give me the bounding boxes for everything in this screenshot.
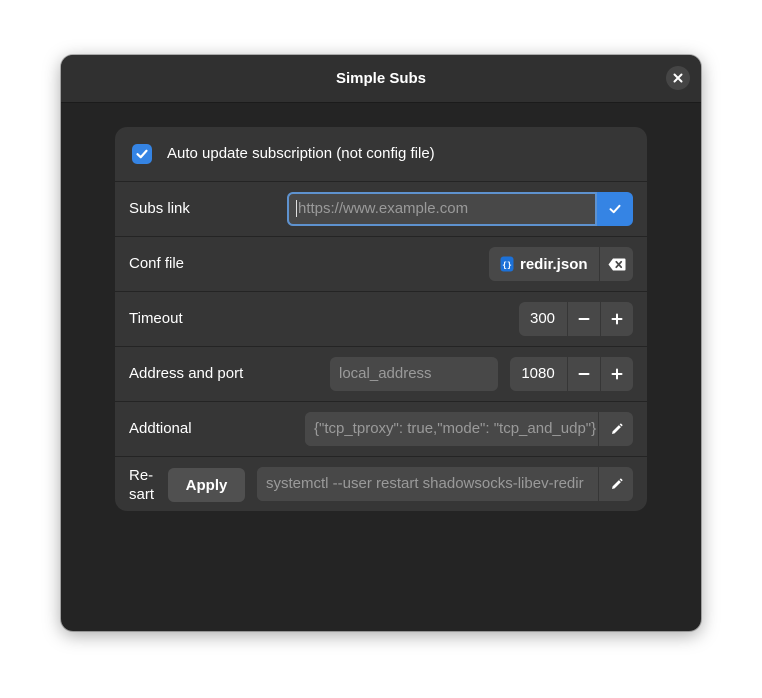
port-value[interactable]: 1080 <box>510 357 566 391</box>
subs-link-confirm-button[interactable] <box>597 192 633 226</box>
timeout-increment-button[interactable] <box>600 302 633 336</box>
port-decrement-button[interactable] <box>567 357 600 391</box>
window-title: Simple Subs <box>335 70 427 87</box>
additional-label: Addtional <box>129 420 192 437</box>
restart-row: Re- sart Apply systemctl --user restart … <box>115 457 647 511</box>
subs-link-label: Subs link <box>129 200 190 217</box>
conf-file-name: redir.json <box>520 255 588 273</box>
timeout-value[interactable]: 300 <box>519 302 566 336</box>
auto-update-label: Auto update subscription (not config fil… <box>167 145 435 162</box>
plus-icon <box>611 368 623 380</box>
timeout-decrement-button[interactable] <box>567 302 600 336</box>
additional-edit-button[interactable] <box>598 412 633 446</box>
json-file-icon: {} <box>500 256 514 272</box>
plus-icon <box>611 313 623 325</box>
restart-command-edit-button[interactable] <box>598 467 633 501</box>
subs-link-row: Subs link https://www.example.com <box>115 182 647 237</box>
restart-command-value: systemctl --user restart shadowsocks-lib… <box>266 475 584 492</box>
apply-button[interactable]: Apply <box>168 468 245 502</box>
additional-input[interactable]: {"tcp_tproxy": true,"mode": "tcp_and_udp… <box>305 412 599 446</box>
additional-value: {"tcp_tproxy": true,"mode": "tcp_and_udp… <box>314 420 597 437</box>
text-caret <box>296 199 297 217</box>
restart-label-line1: Re- <box>129 467 154 484</box>
pencil-icon <box>611 477 623 489</box>
checkmark-icon <box>609 204 621 214</box>
clear-file-button[interactable] <box>599 247 633 281</box>
settings-card: Auto update subscription (not config fil… <box>115 127 647 511</box>
auto-update-row[interactable]: Auto update subscription (not config fil… <box>115 127 647 182</box>
subs-link-placeholder: https://www.example.com <box>298 200 469 217</box>
port-increment-button[interactable] <box>600 357 633 391</box>
minus-icon <box>578 318 590 320</box>
additional-field: {"tcp_tproxy": true,"mode": "tcp_and_udp… <box>305 412 633 446</box>
app-window: Simple Subs Auto update subscription (no… <box>61 55 701 631</box>
conf-file-chip[interactable]: {} redir.json <box>489 247 633 281</box>
subs-link-input[interactable]: https://www.example.com <box>287 192 597 226</box>
conf-file-row: Conf file {} redir.json <box>115 237 647 292</box>
timeout-row: Timeout 300 <box>115 292 647 347</box>
port-spinbutton[interactable]: 1080 <box>510 357 633 391</box>
backspace-icon <box>608 258 626 270</box>
address-input[interactable]: local_address <box>330 357 498 391</box>
close-icon <box>673 73 683 83</box>
address-label: Address and port <box>129 365 244 382</box>
address-placeholder: local_address <box>339 365 432 382</box>
conf-file-label: Conf file <box>129 255 185 272</box>
additional-row: Addtional {"tcp_tproxy": true,"mode": "t… <box>115 402 647 457</box>
restart-label-line2: sart <box>129 486 155 503</box>
restart-label: Re- sart <box>129 466 163 504</box>
conf-file-select-button[interactable]: {} redir.json <box>489 247 599 281</box>
minus-icon <box>578 373 590 375</box>
close-button[interactable] <box>666 66 690 90</box>
auto-update-checkbox[interactable] <box>132 144 152 164</box>
restart-command-input[interactable]: systemctl --user restart shadowsocks-lib… <box>257 467 599 501</box>
checkmark-icon <box>136 149 148 159</box>
address-row: Address and port local_address 1080 <box>115 347 647 402</box>
pencil-icon <box>611 422 623 434</box>
timeout-spinbutton[interactable]: 300 <box>519 302 633 336</box>
restart-command-field: systemctl --user restart shadowsocks-lib… <box>257 467 633 501</box>
svg-text:{}: {} <box>502 261 512 270</box>
timeout-label: Timeout <box>129 310 183 327</box>
title-bar: Simple Subs <box>61 55 701 103</box>
